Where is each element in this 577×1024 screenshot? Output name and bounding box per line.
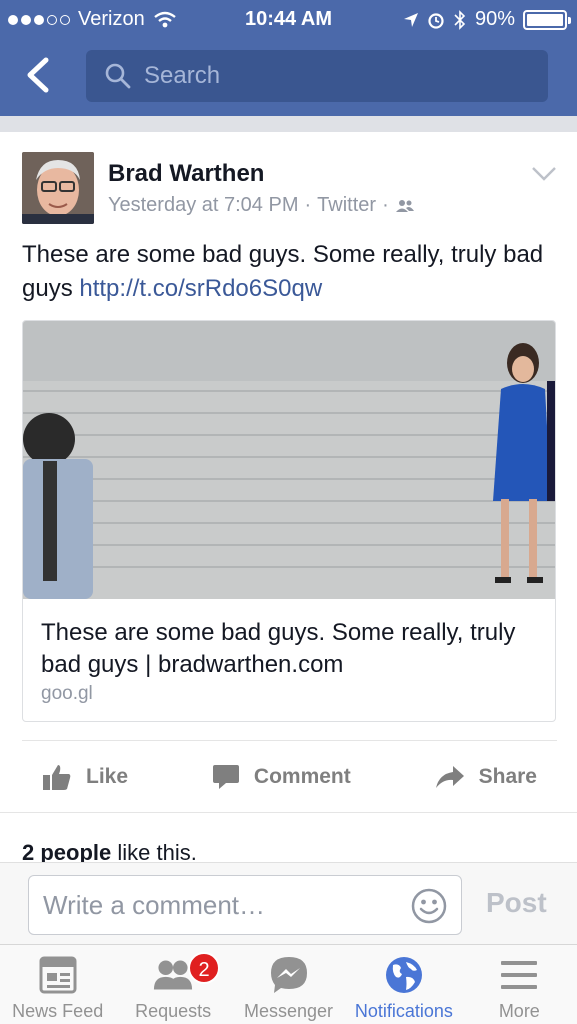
tab-label: News Feed [12, 1001, 104, 1021]
post-metadata: Yesterday at 7:04 PM · Twitter · [108, 194, 415, 217]
menu-icon [501, 961, 538, 989]
tab-notifications[interactable]: Notifications [346, 945, 461, 1024]
post-timestamp[interactable]: Yesterday at 7:04 PM [108, 194, 299, 217]
tab-label: Requests [135, 1001, 212, 1021]
tab-label: Messenger [243, 1001, 334, 1021]
divider [22, 740, 557, 741]
post-options-chevron-icon[interactable] [531, 166, 557, 182]
meta-separator: · [304, 194, 312, 216]
like-button[interactable]: Like [42, 763, 128, 791]
emoji-smiley-icon[interactable] [411, 888, 447, 924]
post-source: Twitter [317, 194, 377, 216]
messenger-icon [270, 957, 307, 993]
comment-input[interactable] [43, 890, 383, 921]
share-arrow-icon [435, 766, 464, 788]
tab-news-feed[interactable]: News Feed [0, 945, 115, 1024]
feed-post: Brad Warthen Yesterday at 7:04 PM · Twit… [0, 132, 577, 865]
post-body: These are some bad guys. Some really, tr… [22, 238, 557, 306]
friends-audience-icon[interactable] [395, 198, 415, 214]
feed-separator [0, 116, 577, 132]
tab-label: Notifications [354, 1001, 453, 1021]
comment-composer: Post [0, 862, 577, 944]
tab-messenger[interactable]: Messenger [231, 945, 346, 1024]
link-preview-image [23, 321, 555, 599]
like-label: Like [86, 765, 129, 788]
author-name[interactable]: Brad Warthen [108, 160, 264, 188]
author-avatar[interactable] [22, 152, 94, 224]
news-feed-icon [39, 956, 77, 994]
search-bar[interactable] [86, 50, 548, 102]
location-arrow-icon [403, 12, 418, 27]
link-preview-title[interactable]: These are some bad guys. Some really, tr… [41, 617, 541, 681]
share-label: Share [478, 765, 537, 788]
battery-percent: 90% [474, 8, 515, 30]
status-bar: Verizon 10:44 AM 90% [0, 0, 577, 40]
comment-box[interactable] [28, 875, 462, 935]
post-comment-button[interactable]: Post [486, 887, 547, 919]
tab-more[interactable]: More [462, 945, 577, 1024]
bottom-tab-bar: News Feed Requests Messenger Notificatio… [0, 944, 577, 1024]
comment-label: Comment [253, 765, 351, 788]
search-input[interactable] [144, 62, 524, 90]
post-link[interactable]: http://t.co/srRdo6S0qw [79, 275, 322, 302]
back-arrow-icon[interactable] [22, 56, 56, 94]
comment-bubble-icon [212, 765, 239, 789]
status-indicators: 90% [403, 8, 571, 31]
post-actions: Like Comment Share [0, 744, 577, 810]
link-preview-domain: goo.gl [41, 683, 93, 704]
divider [0, 812, 577, 813]
battery-icon [523, 9, 571, 30]
bluetooth-icon [454, 9, 466, 30]
requests-badge: 2 [188, 952, 220, 984]
meta-separator: · [382, 194, 389, 216]
top-navigation-bar: Verizon 10:44 AM 90% [0, 0, 577, 116]
thumbs-up-icon [43, 765, 71, 790]
globe-icon [385, 957, 422, 993]
share-button[interactable]: Share [435, 765, 537, 789]
tab-label: More [498, 1001, 540, 1021]
comment-button[interactable]: Comment [212, 764, 351, 790]
search-icon [105, 63, 131, 89]
link-preview-card[interactable]: These are some bad guys. Some really, tr… [22, 320, 556, 722]
alarm-icon [428, 12, 444, 29]
friend-requests-icon [154, 960, 193, 990]
